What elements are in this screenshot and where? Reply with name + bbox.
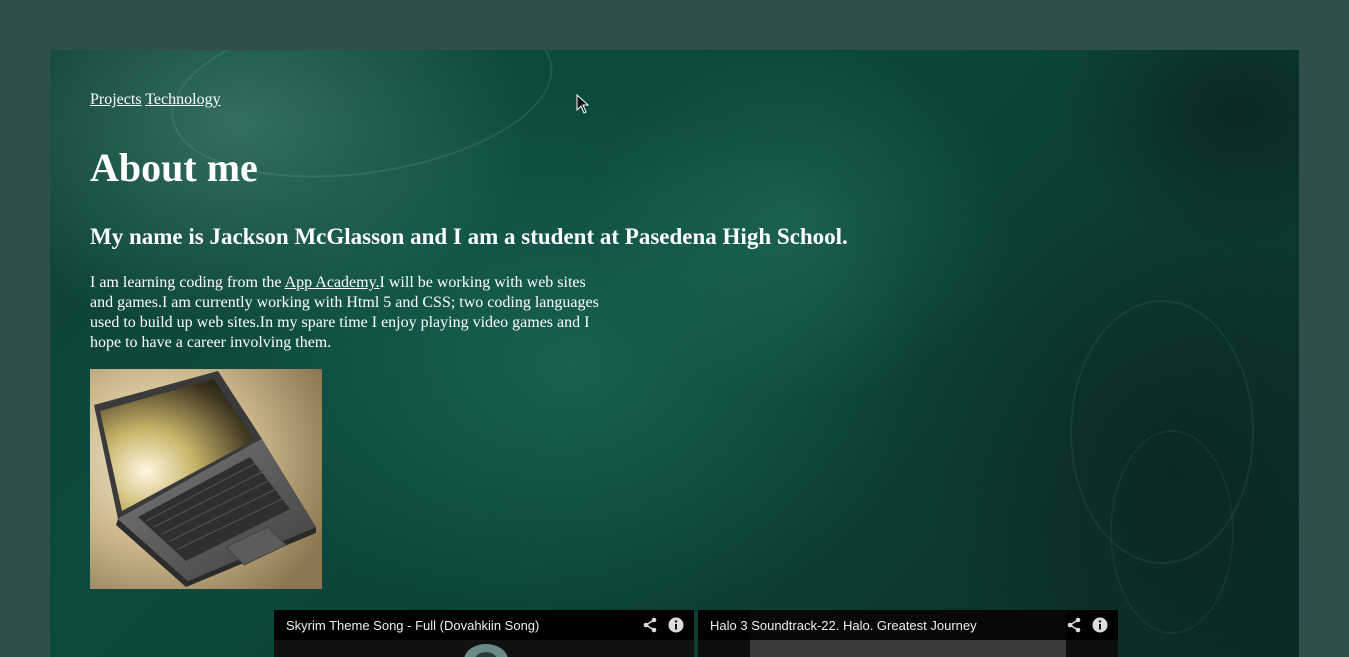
top-nav: Projects Technology [90, 91, 221, 109]
video-embed-halo[interactable]: Halo 3 Soundtrack-22. Halo. Greatest Jou… [698, 610, 1118, 657]
share-icon[interactable] [642, 617, 658, 633]
share-icon[interactable] [1066, 617, 1082, 633]
app-academy-link[interactable]: App Academy. [285, 274, 380, 291]
nav-link-projects[interactable]: Projects [90, 91, 142, 108]
info-icon[interactable] [668, 617, 684, 633]
smoke-swirl [1070, 300, 1254, 564]
nav-link-technology[interactable]: Technology [145, 91, 220, 108]
about-paragraph: I am learning coding from the App Academ… [90, 273, 602, 353]
video-title[interactable]: Halo 3 Soundtrack-22. Halo. Greatest Jou… [710, 618, 977, 633]
video-embed-skyrim[interactable]: Skyrim Theme Song - Full (Dovahkiin Song… [274, 610, 694, 657]
video-title[interactable]: Skyrim Theme Song - Full (Dovahkiin Song… [286, 618, 539, 633]
info-icon[interactable] [1092, 617, 1108, 633]
video-title-bar: Halo 3 Soundtrack-22. Halo. Greatest Jou… [698, 610, 1118, 640]
video-title-bar: Skyrim Theme Song - Full (Dovahkiin Song… [274, 610, 694, 640]
smoke-swirl [1110, 430, 1234, 634]
page-title: About me [90, 145, 258, 190]
intro-heading: My name is Jackson McGlasson and I am a … [90, 224, 848, 249]
laptop-image [90, 369, 322, 589]
video-thumbnail [274, 640, 694, 657]
page-content-panel: Projects Technology About me My name is … [50, 50, 1299, 657]
about-text-start: I am learning coding from the [90, 274, 285, 291]
